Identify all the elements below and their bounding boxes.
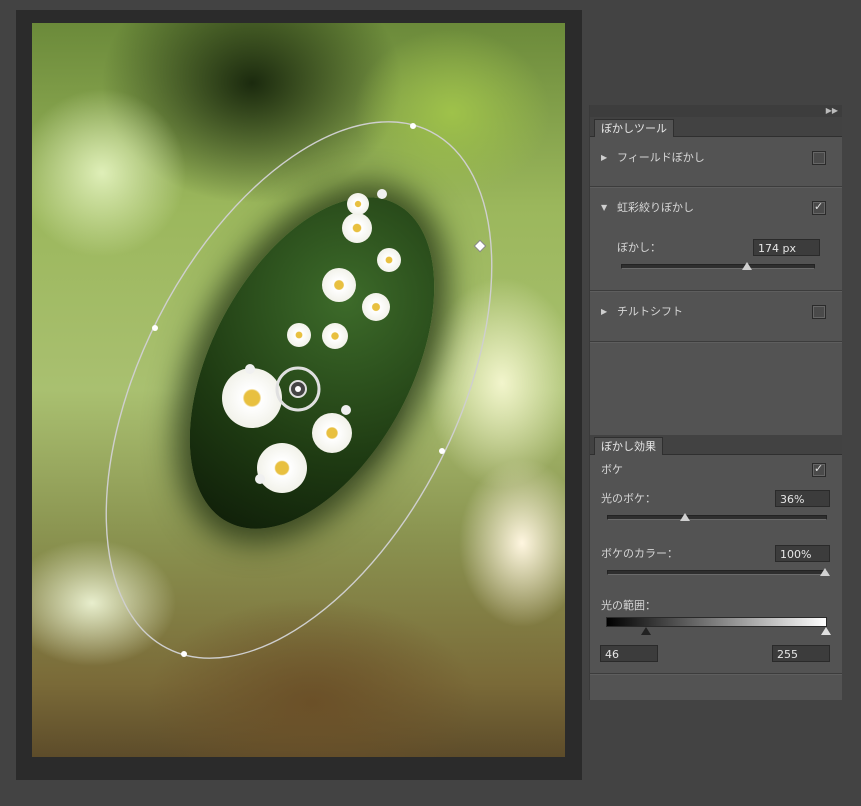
blur-amount-field[interactable]: 174 px xyxy=(753,239,820,256)
ellipse-handle-bottom[interactable] xyxy=(181,651,187,657)
field-blur-label: フィールドぼかし xyxy=(617,151,705,164)
ellipse-handle-right[interactable] xyxy=(439,448,445,454)
field-blur-checkbox[interactable] xyxy=(812,151,826,165)
tab-blur-tools[interactable]: ぼかしツール xyxy=(594,119,674,137)
iris-blur-row[interactable]: ▼ 虹彩絞りぼかし xyxy=(590,200,842,215)
blur-amount-label: ぼかし： xyxy=(617,241,661,254)
divider xyxy=(590,186,842,188)
divider xyxy=(590,290,842,292)
light-range-gradient[interactable] xyxy=(606,617,827,627)
light-range-low-field[interactable]: 46 xyxy=(600,645,658,662)
bokeh-label: ボケ xyxy=(601,463,623,476)
feather-handle-left[interactable] xyxy=(245,364,255,374)
bokeh-row[interactable]: ボケ xyxy=(590,462,842,477)
blur-tools-tabbar: ぼかしツール xyxy=(590,117,842,137)
light-range-high-field[interactable]: 255 xyxy=(772,645,830,662)
light-range-row: 光の範囲： xyxy=(590,599,842,613)
light-range-high-thumb[interactable] xyxy=(821,627,831,635)
feather-handle-top[interactable] xyxy=(377,189,387,199)
bokeh-color-label: ボケのカラー： xyxy=(601,547,678,560)
blur-panel: ▶▶ ぼかしツール ▶ フィールドぼかし ▼ 虹彩絞りぼかし ぼかし： 174 … xyxy=(589,105,842,700)
tilt-shift-label: チルトシフト xyxy=(617,305,683,318)
blur-amount-slider-thumb[interactable] xyxy=(742,262,752,270)
divider xyxy=(590,673,842,675)
tab-blur-effects[interactable]: ぼかし効果 xyxy=(594,437,663,455)
collapse-triangle-icon[interactable]: ▼ xyxy=(601,201,607,215)
bokeh-color-field[interactable]: 100% xyxy=(775,545,830,562)
expand-triangle-icon[interactable]: ▶ xyxy=(601,305,607,319)
ellipse-handle-top[interactable] xyxy=(410,123,416,129)
roundness-handle-icon[interactable] xyxy=(473,239,487,253)
tilt-shift-row[interactable]: ▶ チルトシフト xyxy=(590,305,842,319)
bokeh-color-slider[interactable] xyxy=(607,570,827,575)
light-bokeh-slider[interactable] xyxy=(607,515,827,520)
divider xyxy=(590,341,842,343)
feather-handle-right[interactable] xyxy=(341,405,351,415)
bokeh-color-slider-thumb[interactable] xyxy=(820,568,830,576)
light-bokeh-field[interactable]: 36% xyxy=(775,490,830,507)
light-range-low-thumb[interactable] xyxy=(641,627,651,635)
blur-pin-icon[interactable] xyxy=(275,366,321,412)
light-range-label: 光の範囲： xyxy=(601,599,656,612)
light-bokeh-label: 光のボケ： xyxy=(601,492,656,505)
ellipse-handle-left[interactable] xyxy=(152,325,158,331)
panel-header-strip: ▶▶ xyxy=(590,105,842,117)
iris-blur-label: 虹彩絞りぼかし xyxy=(617,201,694,214)
iris-blur-checkbox[interactable] xyxy=(812,200,826,215)
expand-triangle-icon[interactable]: ▶ xyxy=(601,151,607,165)
tilt-shift-checkbox[interactable] xyxy=(812,305,826,319)
feather-handle-bottom[interactable] xyxy=(255,474,265,484)
double-chevron-right-icon[interactable]: ▶▶ xyxy=(826,105,838,117)
field-blur-row[interactable]: ▶ フィールドぼかし xyxy=(590,151,842,165)
blur-amount-slider[interactable] xyxy=(621,264,815,269)
bokeh-checkbox[interactable] xyxy=(812,462,826,477)
blur-effects-tabbar: ぼかし効果 xyxy=(590,435,842,455)
light-bokeh-slider-thumb[interactable] xyxy=(680,513,690,521)
